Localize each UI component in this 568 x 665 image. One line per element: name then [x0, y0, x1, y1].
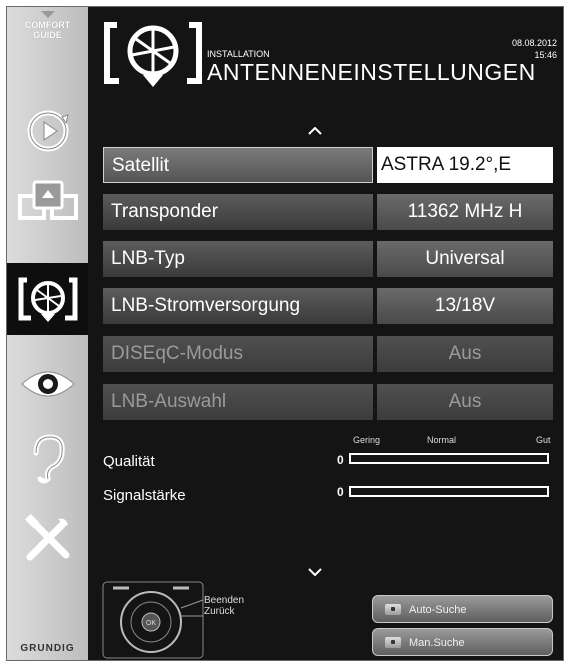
comfort-label: COMFORT — [24, 20, 71, 30]
auto-search-label: Auto-Suche — [409, 604, 467, 616]
quality-bar — [349, 453, 549, 464]
menu-row-transponder[interactable]: Transponder 11362 MHz H — [103, 194, 553, 230]
row-value[interactable]: 11362 MHz H — [377, 194, 553, 230]
row-label: DISEqC-Modus — [103, 336, 373, 372]
time-label: 15:46 — [534, 50, 557, 60]
comfort-guide-button[interactable]: COMFORT GUIDE — [7, 7, 88, 67]
satellite-dish-icon — [104, 22, 202, 87]
guide-label: GUIDE — [33, 30, 62, 40]
menu-row-lnb-stromversorgung[interactable]: LNB-Stromversorgung 13/18V — [103, 288, 553, 324]
sidebar-item-playback[interactable] — [7, 102, 88, 160]
quality-value: 0 — [337, 453, 344, 467]
remote-key-icon — [385, 604, 401, 615]
scale-label-high: Gut — [536, 435, 551, 445]
signal-strength-value: 0 — [337, 485, 344, 499]
page-title: ANTENNENEINSTELLUNGEN — [207, 59, 536, 85]
row-label: LNB-Stromversorgung — [103, 288, 373, 324]
brand-logo: GRUNDIG — [20, 643, 75, 654]
row-label: Satellit — [103, 147, 373, 183]
playback-icon — [27, 110, 69, 152]
row-label: LNB-Auswahl — [103, 384, 373, 420]
tv-menu-screen: COMFORT GUIDE GRUNDIG INSTALLATION ANTEN… — [6, 6, 564, 661]
scale-label-low: Gering — [353, 435, 381, 445]
row-value[interactable]: Universal — [377, 241, 553, 277]
comfort-sidebar: COMFORT GUIDE GRUNDIG — [7, 7, 88, 660]
row-value[interactable]: 13/18V — [377, 288, 553, 324]
sidebar-item-settings[interactable] — [7, 507, 88, 571]
menu-row-diseqc-modus: DISEqC-Modus Aus — [103, 336, 553, 372]
sidebar-item-media[interactable] — [7, 167, 88, 239]
datetime: 08.08.2012 15:46 — [512, 37, 557, 61]
remote-key-icon — [385, 637, 401, 648]
sidebar-item-sound[interactable] — [7, 427, 88, 491]
row-label: Transponder — [103, 194, 373, 230]
remote-control-icon: OK — [102, 581, 204, 659]
menu-row-lnb-typ[interactable]: LNB-Typ Universal — [103, 241, 553, 277]
section-label: INSTALLATION — [207, 49, 270, 59]
tools-icon — [24, 513, 69, 561]
menu-row-lnb-auswahl: LNB-Auswahl Aus — [103, 384, 553, 420]
date-label: 08.08.2012 — [511, 38, 557, 48]
row-value: Aus — [377, 336, 553, 372]
satellite-dish-icon — [18, 277, 77, 322]
scale-label-normal: Normal — [427, 435, 457, 445]
manual-search-button[interactable]: Man.Suche — [372, 628, 553, 656]
chevron-down-icon — [40, 11, 55, 18]
svg-text:OK: OK — [146, 620, 156, 627]
legend-exit: Beenden — [204, 595, 245, 606]
legend-back: Zurück — [204, 606, 235, 617]
row-value: Aus — [377, 384, 553, 420]
sidebar-item-installation[interactable] — [7, 263, 88, 335]
menu-row-satellit[interactable]: Satellit ASTRA 19.2°,E — [103, 147, 553, 183]
chevron-up-icon[interactable] — [308, 127, 322, 135]
signal-strength-label: Signalstärke — [103, 487, 186, 504]
row-value[interactable]: ASTRA 19.2°,E — [377, 147, 553, 183]
ear-icon — [33, 434, 65, 484]
auto-search-button[interactable]: Auto-Suche — [372, 595, 553, 623]
media-icon — [17, 180, 78, 220]
signal-strength-bar — [349, 486, 549, 497]
quality-label: Qualität — [103, 453, 155, 470]
eye-icon — [20, 371, 75, 397]
key-legend: Beenden Zurück — [204, 595, 244, 617]
manual-search-label: Man.Suche — [409, 637, 465, 649]
chevron-down-icon[interactable] — [308, 568, 322, 576]
sidebar-item-picture[interactable] — [7, 354, 88, 414]
row-label: LNB-Typ — [103, 241, 373, 277]
